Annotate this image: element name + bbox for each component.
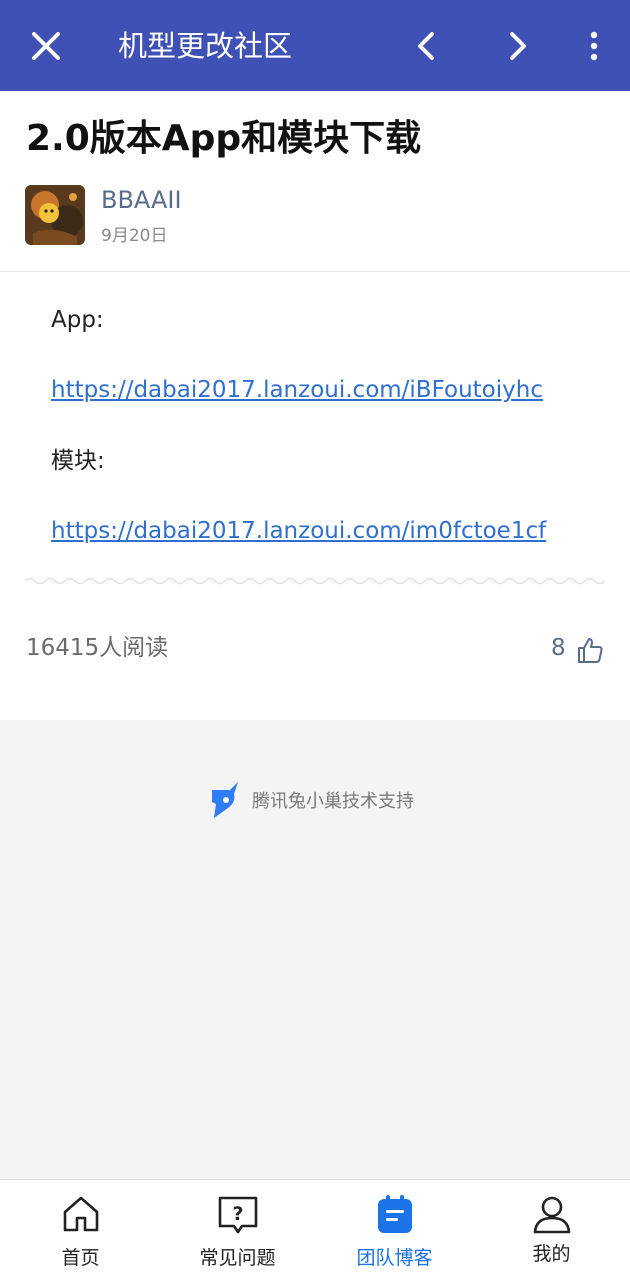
author-name[interactable]: BBAAII xyxy=(101,185,182,215)
support-credit: 腾讯兔小巢技术支持 xyxy=(210,780,414,820)
post-title: 2.0版本App和模块下载 xyxy=(26,118,422,159)
post-date: 9月20日 xyxy=(101,226,168,246)
avatar[interactable] xyxy=(25,185,85,245)
tab-home[interactable]: 首页 xyxy=(2,1180,159,1280)
bottom-tab-bar: 首页 ? 常见问题 团队博客 我的 xyxy=(0,1179,630,1280)
app-download-link[interactable]: https://dabai2017.lanzoui.com/iBFoutoiyh… xyxy=(51,377,543,403)
tab-team-blog[interactable]: 团队博客 xyxy=(316,1180,473,1280)
home-icon xyxy=(63,1196,98,1232)
svg-text:?: ? xyxy=(232,1203,243,1225)
app-label: App: xyxy=(51,307,104,333)
back-arrow-icon[interactable] xyxy=(408,26,444,66)
txc-logo-icon xyxy=(212,782,238,818)
tab-me-label: 我的 xyxy=(532,1243,571,1265)
read-count: 16415人阅读 xyxy=(26,635,169,661)
faq-icon: ? xyxy=(218,1196,257,1234)
post-card: 2.0版本App和模块下载 BBAAII 9月20日 App: https://… xyxy=(0,91,630,720)
divider xyxy=(0,271,630,272)
close-icon[interactable] xyxy=(26,26,66,66)
tab-home-label: 首页 xyxy=(61,1247,100,1269)
like-count: 8 xyxy=(551,635,566,661)
module-label: 模块: xyxy=(51,448,105,474)
tab-me[interactable]: 我的 xyxy=(473,1180,630,1280)
tab-team-blog-label: 团队博客 xyxy=(356,1247,433,1269)
more-options-icon[interactable] xyxy=(578,26,610,66)
wavy-divider xyxy=(25,577,605,585)
support-text: 腾讯兔小巢技术支持 xyxy=(252,791,414,812)
thumbs-up-icon[interactable] xyxy=(576,636,604,664)
forward-arrow-icon[interactable] xyxy=(500,26,536,66)
blog-icon xyxy=(377,1195,412,1233)
user-icon xyxy=(533,1196,570,1234)
page-title: 机型更改社区 xyxy=(118,29,293,63)
top-app-bar: 机型更改社区 xyxy=(0,0,630,91)
tab-faq[interactable]: ? 常见问题 xyxy=(159,1180,316,1280)
module-download-link[interactable]: https://dabai2017.lanzoui.com/im0fctoe1c… xyxy=(51,518,546,544)
tab-faq-label: 常见问题 xyxy=(199,1247,276,1269)
